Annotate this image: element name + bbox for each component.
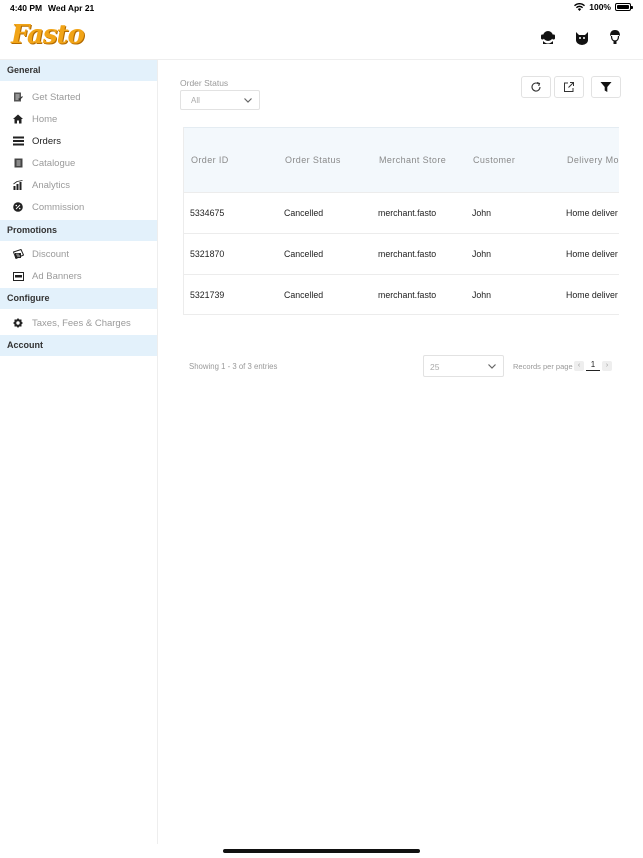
filter-icon: [600, 82, 612, 92]
table-row[interactable]: 5334675 Cancelled merchant.fasto John Ho…: [184, 192, 619, 233]
refresh-button[interactable]: [521, 76, 551, 98]
column-header-delivery-mode[interactable]: Delivery Mo: [567, 155, 619, 165]
sidebar-item-label: Catalogue: [32, 157, 76, 169]
chevron-down-icon: [244, 98, 252, 103]
sidebar-item-taxes-fees-charges[interactable]: Taxes, Fees & Charges: [0, 312, 157, 334]
next-page-button[interactable]: ›: [602, 360, 612, 371]
cell-customer: John: [472, 290, 492, 300]
percent-icon: [12, 201, 24, 213]
filter-button[interactable]: [591, 76, 621, 98]
cell-customer: John: [472, 208, 492, 218]
column-header-order-status[interactable]: Order Status: [285, 155, 341, 165]
export-button[interactable]: [554, 76, 584, 98]
cell-order-id: 5334675: [190, 208, 225, 218]
cell-order-id: 5321739: [190, 290, 225, 300]
entries-info: Showing 1 - 3 of 3 entries: [189, 362, 278, 371]
cell-order-status: Cancelled: [284, 208, 324, 218]
app-header: Fasto: [0, 16, 643, 60]
support-agent-icon[interactable]: [539, 28, 557, 46]
sidebar-item-label: Discount: [32, 248, 69, 260]
records-per-page-label: Records per page: [513, 362, 573, 371]
status-right: 100%: [574, 2, 633, 12]
home-indicator[interactable]: [223, 849, 420, 853]
column-header-order-id[interactable]: Order ID: [191, 155, 229, 165]
sidebar-item-orders[interactable]: Orders: [0, 130, 157, 152]
banner-icon: [12, 270, 24, 282]
current-page[interactable]: 1: [586, 360, 600, 371]
fasto-logo[interactable]: Fasto: [11, 20, 85, 50]
sidebar-item-ad-banners[interactable]: Ad Banners: [0, 265, 157, 287]
section-configure: Configure: [0, 288, 157, 309]
refresh-icon: [531, 81, 541, 92]
export-icon: [564, 82, 574, 92]
status-date: Wed Apr 21: [48, 3, 95, 13]
chevron-down-icon: [488, 364, 496, 369]
sidebar-item-label: Get Started: [32, 91, 81, 103]
status-time: 4:40 PM: [10, 3, 43, 13]
pagination: ‹ 1 ›: [574, 360, 612, 371]
cell-delivery-mode: Home deliver: [566, 290, 618, 300]
page-size-select[interactable]: 25: [423, 355, 504, 377]
cell-customer: John: [472, 249, 492, 259]
sidebar-item-discount[interactable]: % Discount: [0, 243, 157, 265]
sidebar-item-get-started[interactable]: Get Started: [0, 86, 157, 108]
checklist-icon: [12, 91, 24, 103]
cell-order-status: Cancelled: [284, 249, 324, 259]
cell-delivery-mode: Home deliver: [566, 208, 618, 218]
discount-icon: %: [12, 248, 24, 260]
table-row[interactable]: 5321870 Cancelled merchant.fasto John Ho…: [184, 233, 619, 274]
table-row[interactable]: 5321739 Cancelled merchant.fasto John Ho…: [184, 274, 619, 314]
wifi-icon: [574, 3, 586, 11]
orders-table: Order ID Order Status Merchant Store Cus…: [183, 127, 619, 315]
status-bar: 4:40 PM Wed Apr 21 100%: [0, 0, 643, 16]
section-general: General: [0, 60, 157, 81]
bar-chart-icon: [12, 179, 24, 191]
table-header: Order ID Order Status Merchant Store Cus…: [184, 127, 619, 192]
column-header-customer[interactable]: Customer: [473, 155, 515, 165]
sidebar-item-home[interactable]: Home: [0, 108, 157, 130]
cell-merchant-store: merchant.fasto: [378, 290, 437, 300]
svg-text:%: %: [16, 253, 20, 258]
orders-panel: Order Status All Order ID Order Status M…: [158, 60, 643, 844]
sidebar-item-catalogue[interactable]: Catalogue: [0, 152, 157, 174]
order-status-select[interactable]: All: [180, 90, 260, 110]
sidebar-item-label: Home: [32, 113, 58, 125]
cell-merchant-store: merchant.fasto: [378, 249, 437, 259]
battery-icon: [615, 3, 633, 11]
section-promotions: Promotions: [0, 220, 157, 241]
cat-face-icon[interactable]: [573, 28, 591, 46]
cell-delivery-mode: Home deliver: [566, 249, 618, 259]
home-icon: [12, 113, 24, 125]
column-header-merchant-store[interactable]: Merchant Store: [379, 155, 446, 165]
sidebar-item-commission[interactable]: Commission: [0, 196, 157, 218]
section-account[interactable]: Account: [0, 335, 157, 356]
cell-merchant-store: merchant.fasto: [378, 208, 437, 218]
order-status-label: Order Status: [180, 78, 229, 88]
book-icon: [12, 157, 24, 169]
sidebar-item-label: Ad Banners: [32, 270, 82, 282]
sidebar-item-analytics[interactable]: Analytics: [0, 174, 157, 196]
sidebar: General Get Started Home Orders Catalogu…: [0, 60, 158, 844]
user-avatar-icon[interactable]: [606, 28, 624, 46]
order-status-value: All: [191, 96, 200, 105]
battery-percent: 100%: [589, 2, 611, 12]
prev-page-button[interactable]: ‹: [574, 360, 584, 371]
page-size-value: 25: [430, 362, 440, 372]
sidebar-item-label: Commission: [32, 201, 85, 213]
sidebar-item-label: Taxes, Fees & Charges: [32, 317, 131, 329]
sidebar-item-label: Orders: [32, 135, 62, 147]
gear-icon: [12, 317, 24, 329]
cell-order-id: 5321870: [190, 249, 225, 259]
cell-order-status: Cancelled: [284, 290, 324, 300]
orders-icon: [12, 135, 24, 147]
sidebar-item-label: Analytics: [32, 179, 71, 191]
